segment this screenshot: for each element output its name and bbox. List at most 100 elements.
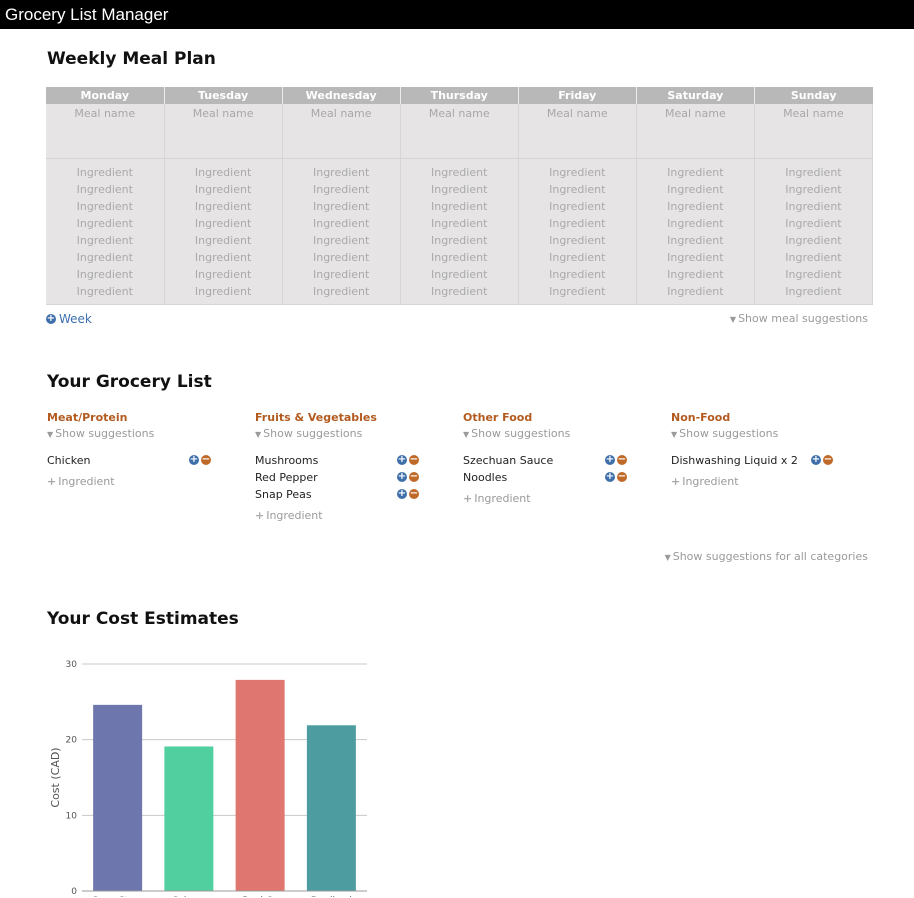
show-meal-suggestions-toggle[interactable]: ▼ Show meal suggestions (730, 312, 868, 325)
ingredient-field[interactable]: Ingredient (637, 232, 754, 249)
ingredient-field[interactable]: Ingredient (165, 232, 282, 249)
meal-name-field[interactable]: Meal name (637, 104, 754, 121)
ingredient-field[interactable]: Ingredient (165, 164, 282, 181)
ingredient-field[interactable]: Ingredient (519, 232, 636, 249)
show-suggestions-toggle[interactable]: ▼ Show suggestions (463, 427, 663, 440)
ingredient-field[interactable]: Ingredient (401, 283, 518, 300)
ingredient-field[interactable]: Ingredient (46, 283, 164, 300)
ingredient-field[interactable]: Ingredient (401, 215, 518, 232)
decrease-quantity-icon[interactable]: − (409, 489, 419, 499)
show-suggestions-toggle[interactable]: ▼ Show suggestions (47, 427, 247, 440)
show-suggestions-toggle[interactable]: ▼ Show suggestions (671, 427, 871, 440)
increase-quantity-icon[interactable]: + (605, 472, 615, 482)
meal-cell[interactable]: Meal name (282, 104, 401, 159)
add-ingredient-button[interactable]: + Ingredient (255, 509, 455, 522)
ingredient-field[interactable]: Ingredient (755, 198, 872, 215)
increase-quantity-icon[interactable]: + (397, 489, 407, 499)
decrease-quantity-icon[interactable]: − (617, 455, 627, 465)
ingredient-field[interactable]: Ingredient (401, 181, 518, 198)
meal-name-field[interactable]: Meal name (401, 104, 518, 121)
ingredient-field[interactable]: Ingredient (46, 198, 164, 215)
ingredient-field[interactable]: Ingredient (637, 164, 754, 181)
ingredient-field[interactable]: Ingredient (46, 266, 164, 283)
ingredient-field[interactable]: Ingredient (519, 181, 636, 198)
meal-name-field[interactable]: Meal name (755, 104, 872, 121)
increase-quantity-icon[interactable]: + (189, 455, 199, 465)
meal-name-field[interactable]: Meal name (519, 104, 636, 121)
decrease-quantity-icon[interactable]: − (409, 455, 419, 465)
ingredient-field[interactable]: Ingredient (401, 232, 518, 249)
ingredient-field[interactable]: Ingredient (46, 215, 164, 232)
ingredient-field[interactable]: Ingredient (519, 249, 636, 266)
increase-quantity-icon[interactable]: + (605, 455, 615, 465)
meal-name-field[interactable]: Meal name (165, 104, 282, 121)
show-suggestions-toggle[interactable]: ▼ Show suggestions (255, 427, 455, 440)
decrease-quantity-icon[interactable]: − (201, 455, 211, 465)
ingredient-field[interactable]: Ingredient (283, 232, 400, 249)
increase-quantity-icon[interactable]: + (811, 455, 821, 465)
ingredient-field[interactable]: Ingredient (283, 266, 400, 283)
ingredient-field[interactable]: Ingredient (637, 215, 754, 232)
ingredient-field[interactable]: Ingredient (165, 198, 282, 215)
meal-cell[interactable]: Meal name (46, 104, 165, 159)
ingredient-field[interactable]: Ingredient (46, 164, 164, 181)
ingredient-field[interactable]: Ingredient (401, 249, 518, 266)
ingredient-field[interactable]: Ingredient (165, 249, 282, 266)
ingredient-cell: Ingredient Ingredient Ingredient Ingredient… (46, 158, 165, 305)
ingredient-field[interactable]: Ingredient (283, 249, 400, 266)
ingredient-field[interactable]: Ingredient (401, 266, 518, 283)
ingredient-field[interactable]: Ingredient (637, 266, 754, 283)
ingredient-field[interactable]: Ingredient (755, 181, 872, 198)
ingredient-field[interactable]: Ingredient (519, 283, 636, 300)
ingredient-field[interactable]: Ingredient (401, 164, 518, 181)
meal-name-field[interactable]: Meal name (46, 104, 164, 121)
ingredient-field[interactable]: Ingredient (755, 232, 872, 249)
show-all-suggestions-label: Show suggestions for all categories (672, 550, 868, 563)
ingredient-field[interactable]: Ingredient (283, 198, 400, 215)
decrease-quantity-icon[interactable]: − (823, 455, 833, 465)
ingredient-field[interactable]: Ingredient (165, 181, 282, 198)
ingredient-field[interactable]: Ingredient (755, 249, 872, 266)
add-ingredient-button[interactable]: + Ingredient (671, 475, 871, 488)
ingredient-field[interactable]: Ingredient (755, 215, 872, 232)
meal-cell[interactable]: Meal name (518, 104, 637, 159)
ingredient-field[interactable]: Ingredient (637, 283, 754, 300)
ingredient-field[interactable]: Ingredient (165, 266, 282, 283)
ingredient-field[interactable]: Ingredient (283, 164, 400, 181)
ingredient-field[interactable]: Ingredient (755, 266, 872, 283)
increase-quantity-icon[interactable]: + (397, 455, 407, 465)
decrease-quantity-icon[interactable]: − (617, 472, 627, 482)
ingredient-field[interactable]: Ingredient (519, 266, 636, 283)
meal-cell[interactable]: Meal name (636, 104, 755, 159)
ingredient-field[interactable]: Ingredient (401, 198, 518, 215)
add-week-button[interactable]: + Week (46, 312, 92, 326)
increase-quantity-icon[interactable]: + (397, 472, 407, 482)
ingredient-field[interactable]: Ingredient (637, 181, 754, 198)
ingredient-field[interactable]: Ingredient (46, 232, 164, 249)
ingredient-field[interactable]: Ingredient (637, 249, 754, 266)
ingredient-field[interactable]: Ingredient (46, 181, 164, 198)
ingredient-field[interactable]: Ingredient (519, 164, 636, 181)
add-ingredient-button[interactable]: + Ingredient (463, 492, 663, 505)
decrease-quantity-icon[interactable]: − (409, 472, 419, 482)
ingredient-field[interactable]: Ingredient (283, 283, 400, 300)
ingredient-field[interactable]: Ingredient (165, 283, 282, 300)
meal-cell[interactable]: Meal name (754, 104, 874, 159)
category-other-food: Other Food ▼ Show suggestions Szechuan Sauc… (463, 411, 663, 505)
meal-cell[interactable]: Meal name (400, 104, 519, 159)
ingredient-field[interactable]: Ingredient (637, 198, 754, 215)
day-header-saturday: Saturday (636, 87, 755, 104)
meal-name-field[interactable]: Meal name (283, 104, 400, 121)
add-ingredient-button[interactable]: + Ingredient (47, 475, 247, 488)
show-all-suggestions-toggle[interactable]: ▼ Show suggestions for all categories (665, 550, 868, 563)
ingredient-field[interactable]: Ingredient (519, 198, 636, 215)
ingredient-field[interactable]: Ingredient (755, 283, 872, 300)
meal-cell[interactable]: Meal name (164, 104, 283, 159)
ingredient-field[interactable]: Ingredient (283, 215, 400, 232)
ingredient-field[interactable]: Ingredient (165, 215, 282, 232)
ingredient-field[interactable]: Ingredient (755, 164, 872, 181)
ingredient-field[interactable]: Ingredient (46, 249, 164, 266)
bar-superstore (93, 704, 143, 891)
ingredient-field[interactable]: Ingredient (283, 181, 400, 198)
ingredient-field[interactable]: Ingredient (519, 215, 636, 232)
